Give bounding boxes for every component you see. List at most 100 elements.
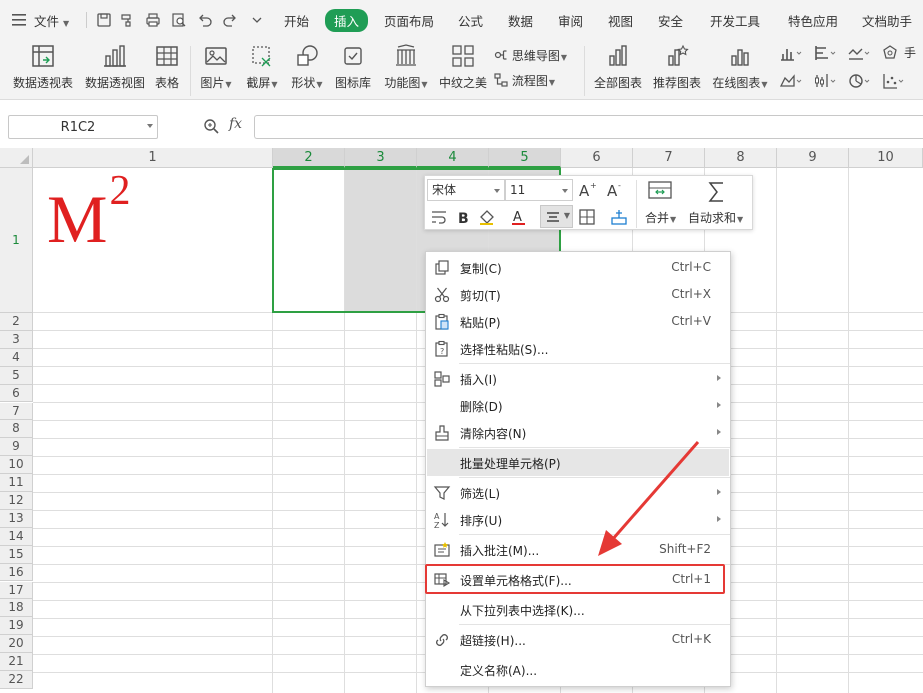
column-header[interactable]: 5 xyxy=(489,148,561,168)
zoom-formula-icon[interactable] xyxy=(203,118,219,134)
hamburger-icon[interactable] xyxy=(12,14,26,29)
tab-security[interactable]: 安全 xyxy=(658,11,683,30)
fill-color-icon[interactable] xyxy=(477,207,497,227)
tab-home[interactable]: 开始 xyxy=(284,11,309,30)
font-color-icon[interactable]: A xyxy=(509,207,529,227)
flowchart-button[interactable]: 流程图▼ xyxy=(494,72,555,89)
row-header[interactable]: 12 xyxy=(0,492,33,510)
row-header[interactable]: 2 xyxy=(0,313,33,331)
border-icon[interactable] xyxy=(577,207,597,227)
name-box-dropdown-icon[interactable] xyxy=(147,124,153,128)
tab-doc-helper[interactable]: 文档助手 xyxy=(862,11,912,30)
cell-wrap-icon[interactable] xyxy=(429,207,449,227)
table-button[interactable]: 表格 xyxy=(151,42,183,98)
pie-chart-icon[interactable] xyxy=(848,72,870,90)
area-chart-icon[interactable] xyxy=(780,72,802,90)
print-icon[interactable] xyxy=(145,12,161,28)
row-header[interactable]: 22 xyxy=(0,671,33,689)
row-header[interactable]: 21 xyxy=(0,653,33,671)
row-header[interactable]: 17 xyxy=(0,581,33,600)
tab-insert[interactable]: 插入 xyxy=(325,9,369,32)
row-header[interactable]: 11 xyxy=(0,474,33,492)
redo-icon[interactable] xyxy=(222,12,238,28)
cell-r1c1-content[interactable]: M2 xyxy=(47,170,130,253)
menu-item-paste-special[interactable]: ? 选择性粘贴(S)... xyxy=(427,335,729,362)
tab-page-layout[interactable]: 页面布局 xyxy=(384,11,434,30)
picture-button[interactable]: 图片▼ xyxy=(197,42,235,98)
scatter-chart-icon[interactable] xyxy=(882,72,904,90)
mindmap-button[interactable]: 思维导图▼ xyxy=(494,47,567,64)
row-header[interactable]: 20 xyxy=(0,635,33,654)
file-menu[interactable]: 文件 ▼ xyxy=(34,11,69,30)
shape-button[interactable]: 形状▼ xyxy=(287,42,327,98)
column-header[interactable]: 7 xyxy=(633,148,705,168)
line-chart-icon[interactable] xyxy=(848,44,870,62)
row-header[interactable]: 3 xyxy=(0,330,33,349)
pivot-table-button[interactable]: 数据透视表 xyxy=(8,42,78,98)
row-header[interactable]: 5 xyxy=(0,366,33,385)
menu-item-cut[interactable]: 剪切(T) Ctrl+X xyxy=(427,281,729,308)
column-header[interactable]: 6 xyxy=(561,148,633,168)
row-header[interactable]: 9 xyxy=(0,438,33,457)
tab-view[interactable]: 视图 xyxy=(608,11,633,30)
font-name-select[interactable]: 宋体 xyxy=(427,179,505,201)
column-header[interactable]: 3 xyxy=(345,148,417,168)
formula-input[interactable] xyxy=(254,115,923,139)
row-header[interactable]: 15 xyxy=(0,545,33,564)
row-header[interactable]: 19 xyxy=(0,617,33,636)
function-chart-button[interactable]: 功能图▼ xyxy=(380,42,432,98)
row-header[interactable]: 10 xyxy=(0,456,33,475)
menu-item-delete[interactable]: 删除(D) xyxy=(427,392,729,419)
stock-chart-icon[interactable] xyxy=(814,72,836,90)
merge-button[interactable]: 合并▼ xyxy=(645,209,676,226)
online-charts-button[interactable]: 在线图表▼ xyxy=(709,42,771,98)
recommended-charts-button[interactable]: 推荐图表 xyxy=(650,42,704,98)
column-header[interactable]: 2 xyxy=(273,148,345,168)
save-icon[interactable] xyxy=(96,12,112,28)
radar-chart-icon[interactable] xyxy=(882,44,904,62)
tab-data[interactable]: 数据 xyxy=(508,11,533,30)
menu-item-insert[interactable]: 插入(I) xyxy=(427,365,729,392)
tab-special[interactable]: 特色应用 xyxy=(788,11,838,30)
quick-access-dropdown-icon[interactable] xyxy=(249,12,265,28)
column-header[interactable]: 8 xyxy=(705,148,777,168)
align-center-button[interactable]: ▼ xyxy=(540,205,573,228)
decrease-font-icon[interactable]: A- xyxy=(605,180,625,200)
print-preview-icon[interactable] xyxy=(171,12,187,28)
format-painter-icon[interactable] xyxy=(119,12,135,28)
name-box[interactable]: R1C2 xyxy=(8,115,158,139)
zhongwen-button[interactable]: 中纹之美 xyxy=(436,42,490,98)
menu-item-hyperlink[interactable]: 超链接(H)... Ctrl+K xyxy=(427,626,729,653)
autosum-icon[interactable] xyxy=(706,180,728,204)
row-header[interactable]: 16 xyxy=(0,563,33,582)
menu-item-pick-from-list[interactable]: 从下拉列表中选择(K)... xyxy=(427,596,729,623)
menu-item-format-cells[interactable]: 设置单元格格式(F)... Ctrl+1 xyxy=(427,566,729,593)
row-header[interactable]: 13 xyxy=(0,509,33,528)
bold-icon[interactable]: B xyxy=(453,207,473,227)
row-header[interactable]: 1 xyxy=(0,168,33,313)
row-header[interactable]: 7 xyxy=(0,402,33,421)
increase-font-icon[interactable]: A + xyxy=(577,180,597,200)
more-charts-partial[interactable]: 手 xyxy=(904,44,916,61)
select-all-corner[interactable] xyxy=(0,148,33,168)
tab-formula[interactable]: 公式 xyxy=(458,11,483,30)
tab-review[interactable]: 审阅 xyxy=(558,11,583,30)
bar-chart-icon[interactable] xyxy=(814,44,836,62)
row-header[interactable]: 8 xyxy=(0,420,33,439)
undo-icon[interactable] xyxy=(197,12,213,28)
column-header[interactable]: 10 xyxy=(849,148,923,168)
autosum-button[interactable]: 自动求和▼ xyxy=(688,209,743,226)
column-header[interactable]: 4 xyxy=(417,148,489,168)
column-header[interactable]: 1 xyxy=(33,148,273,168)
row-header[interactable]: 4 xyxy=(0,348,33,367)
menu-item-copy[interactable]: 复制(C) Ctrl+C xyxy=(427,254,729,281)
icon-library-button[interactable]: 图标库 xyxy=(332,42,374,98)
row-header[interactable]: 6 xyxy=(0,384,33,403)
row-header[interactable]: 14 xyxy=(0,527,33,546)
menu-item-paste[interactable]: 粘贴(P) Ctrl+V xyxy=(427,308,729,335)
column-chart-icon[interactable] xyxy=(780,44,802,62)
all-charts-button[interactable]: 全部图表 xyxy=(590,42,646,98)
insert-function-button[interactable]: fx xyxy=(229,116,242,132)
merge-cells-icon[interactable] xyxy=(647,180,673,202)
pivot-chart-button[interactable]: 数据透视图 xyxy=(82,42,148,98)
